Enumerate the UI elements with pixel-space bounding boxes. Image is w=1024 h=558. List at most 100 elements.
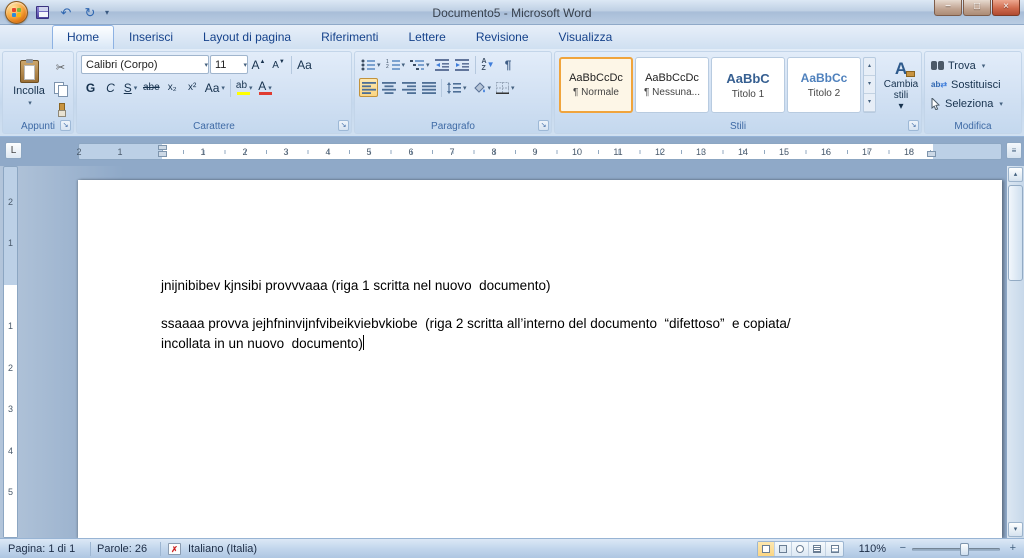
vertical-ruler[interactable]: 2 1 1 2 3 4 5 bbox=[3, 166, 18, 538]
find-button[interactable]: Trova ▾ bbox=[931, 57, 985, 74]
italic-button[interactable]: C bbox=[101, 78, 120, 97]
styles-scroll-down[interactable]: ▾ bbox=[864, 76, 875, 94]
numbering-button[interactable]: 1 2 ▾ bbox=[384, 55, 408, 74]
subscript-button[interactable]: x₂ bbox=[163, 78, 182, 97]
strikethrough-button[interactable]: abe bbox=[141, 78, 162, 97]
maximize-button[interactable]: □ bbox=[963, 0, 991, 16]
styles-group: AaBbCcDc ¶ Normale AaBbCcDc ¶ Nessuna...… bbox=[554, 51, 922, 134]
proofing-errors-icon[interactable]: ✗ bbox=[168, 543, 181, 555]
zoom-in-button[interactable]: + bbox=[1010, 542, 1016, 554]
zoom-level[interactable]: 110% bbox=[859, 543, 886, 555]
scroll-up-button[interactable]: ▴ bbox=[1008, 167, 1023, 182]
chevron-down-icon: ▾ bbox=[487, 84, 492, 92]
style-nessuna-spaziatura[interactable]: AaBbCcDc ¶ Nessuna... bbox=[635, 57, 709, 113]
font-size-combo[interactable]: 11 ▾ bbox=[210, 55, 248, 74]
zoom-slider-thumb[interactable] bbox=[960, 543, 969, 556]
align-right-button[interactable] bbox=[399, 78, 418, 97]
close-button[interactable]: × bbox=[992, 0, 1020, 16]
borders-button[interactable]: ▾ bbox=[494, 78, 517, 97]
scissors-icon: ✂ bbox=[55, 62, 66, 74]
tab-inserisci[interactable]: Inserisci bbox=[114, 25, 188, 49]
change-styles-icon: A bbox=[894, 58, 916, 78]
paragraph-dialog-launcher[interactable]: ↘ bbox=[538, 120, 549, 131]
full-screen-view-button[interactable] bbox=[775, 542, 792, 556]
tab-visualizza[interactable]: Visualizza bbox=[544, 25, 628, 49]
multilevel-list-button[interactable]: ▾ bbox=[408, 55, 432, 74]
ruler-ticks bbox=[162, 150, 933, 154]
font-color-button[interactable]: A ▾ bbox=[256, 78, 275, 97]
chevron-down-icon: ▾ bbox=[204, 61, 208, 69]
word-count[interactable]: Parole: 26 bbox=[97, 543, 147, 555]
tab-stop-selector[interactable]: L bbox=[5, 142, 22, 159]
outline-view-button[interactable] bbox=[809, 542, 826, 556]
draft-view-button[interactable] bbox=[826, 542, 843, 556]
font-dialog-launcher[interactable]: ↘ bbox=[338, 120, 349, 131]
tab-riferimenti[interactable]: Riferimenti bbox=[306, 25, 393, 49]
bold-button[interactable]: G bbox=[81, 78, 100, 97]
format-painter-icon bbox=[54, 102, 67, 117]
first-line-indent-marker[interactable] bbox=[158, 145, 167, 150]
tab-home[interactable]: Home bbox=[52, 25, 115, 49]
align-center-button[interactable] bbox=[379, 78, 398, 97]
web-layout-view-button[interactable] bbox=[792, 542, 809, 556]
sort-button[interactable]: A Z ▼ bbox=[479, 55, 498, 74]
chevron-down-icon: ▾ bbox=[511, 84, 515, 92]
superscript-button[interactable]: x² bbox=[183, 78, 202, 97]
tab-revisione[interactable]: Revisione bbox=[461, 25, 544, 49]
zoom-slider[interactable] bbox=[912, 543, 1000, 556]
decrease-indent-button[interactable] bbox=[433, 55, 452, 74]
replace-button[interactable]: ab⇄ Sostituisci bbox=[931, 76, 1001, 93]
tab-layout-di-pagina[interactable]: Layout di pagina bbox=[188, 25, 306, 49]
increase-indent-icon bbox=[455, 58, 470, 71]
sort-arrow-icon: ▼ bbox=[486, 60, 495, 69]
horizontal-ruler[interactable]: 2 1 1 2 3 4 5 6 7 8 9 10 11 12 13 14 15 … bbox=[76, 143, 1002, 160]
scroll-down-button[interactable]: ▾ bbox=[1008, 522, 1023, 537]
change-case-button[interactable]: Aa ▾ bbox=[203, 78, 227, 97]
zoom-out-button[interactable]: − bbox=[900, 542, 906, 554]
style-titolo-2[interactable]: AaBbCc Titolo 2 bbox=[787, 57, 861, 113]
cut-button[interactable]: ✂ bbox=[51, 58, 70, 77]
font-name-combo[interactable]: Calibri (Corpo) ▾ bbox=[81, 55, 209, 74]
print-layout-view-button[interactable] bbox=[758, 542, 775, 556]
text-cursor bbox=[362, 335, 364, 350]
ruler-toggle-button[interactable]: ≡ bbox=[1006, 142, 1022, 159]
style-titolo-1[interactable]: AaBbC Titolo 1 bbox=[711, 57, 785, 113]
paste-button[interactable]: Incolla ▾ bbox=[8, 56, 50, 120]
clear-formatting-button[interactable]: Aa bbox=[295, 55, 314, 74]
bullets-button[interactable]: ▾ bbox=[359, 55, 383, 74]
styles-gallery-more[interactable]: ▾ bbox=[864, 94, 875, 112]
styles-scroll-up[interactable]: ▴ bbox=[864, 58, 875, 76]
scrollbar-thumb[interactable] bbox=[1008, 185, 1023, 281]
document-text[interactable]: jnijnibibev kjnsibi provvvaaa (riga 1 sc… bbox=[161, 276, 942, 372]
style-normale[interactable]: AaBbCcDc ¶ Normale bbox=[559, 57, 633, 113]
paragraph: ssaaaa provva jejhfninvijnfvibeikviebvki… bbox=[161, 316, 791, 351]
shrink-font-button[interactable]: A▼ bbox=[269, 55, 288, 74]
language-indicator[interactable]: Italiano (Italia) bbox=[188, 543, 257, 555]
line-spacing-button[interactable]: ▾ bbox=[445, 78, 469, 97]
document-page[interactable]: jnijnibibev kjnsibi provvvaaa (riga 1 sc… bbox=[78, 180, 1002, 538]
justify-button[interactable] bbox=[419, 78, 438, 97]
page-indicator[interactable]: Pagina: 1 di 1 bbox=[8, 543, 75, 555]
minimize-button[interactable]: − bbox=[934, 0, 962, 16]
underline-button[interactable]: S ▾ bbox=[121, 78, 140, 97]
window-title: Documento5 - Microsoft Word bbox=[432, 6, 592, 20]
align-left-button[interactable] bbox=[359, 78, 378, 97]
format-painter-button[interactable] bbox=[51, 100, 70, 119]
shading-button[interactable]: ▾ bbox=[470, 78, 494, 97]
tab-lettere[interactable]: Lettere bbox=[393, 25, 460, 49]
change-styles-button[interactable]: A Cambia stili ▾ bbox=[878, 57, 924, 113]
styles-dialog-launcher[interactable]: ↘ bbox=[908, 120, 919, 131]
select-button[interactable]: Seleziona ▾ bbox=[931, 95, 1003, 112]
increase-indent-button[interactable] bbox=[453, 55, 472, 74]
grow-font-button[interactable]: A▲ bbox=[249, 55, 268, 74]
right-indent-marker[interactable] bbox=[927, 151, 936, 157]
show-formatting-marks-button[interactable]: ¶ bbox=[499, 55, 518, 74]
align-right-icon bbox=[401, 81, 416, 94]
left-indent-marker[interactable] bbox=[158, 151, 167, 157]
vertical-scrollbar[interactable]: ▴ ▾ bbox=[1007, 166, 1024, 538]
separator bbox=[229, 78, 231, 97]
copy-button[interactable] bbox=[51, 79, 70, 98]
highlight-button[interactable]: ab ▾ bbox=[234, 78, 255, 97]
clipboard-dialog-launcher[interactable]: ↘ bbox=[60, 120, 71, 131]
borders-icon bbox=[496, 81, 510, 94]
